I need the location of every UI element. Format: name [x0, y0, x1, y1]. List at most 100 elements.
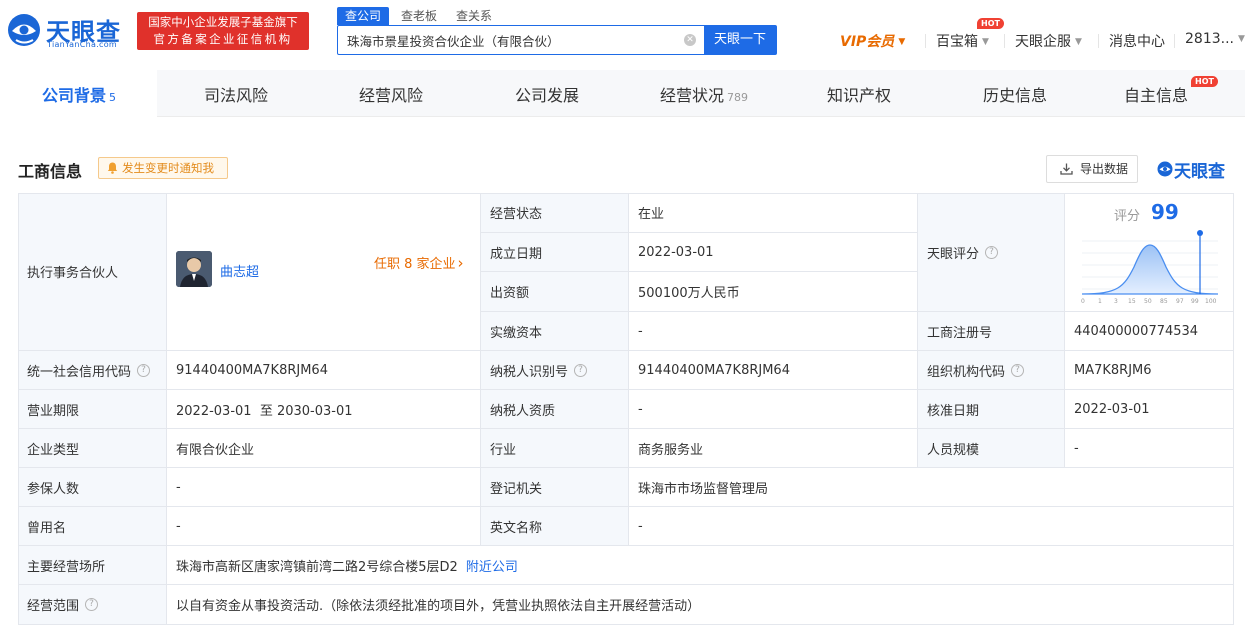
score-tick: 100 [1205, 298, 1217, 305]
account-label: 2813... [1185, 31, 1234, 47]
term-value: 2022-03-01 至 2030-03-01 [176, 403, 353, 419]
tianyancha-logo[interactable]: 天眼查 TianYanCha.com [6, 10, 130, 52]
label-text: 曾用名 [27, 520, 67, 536]
tab-history[interactable]: 历史信息 [983, 82, 1047, 105]
tab-label: 经营风险 [359, 86, 424, 105]
tab-label: 知识产权 [827, 86, 892, 105]
score-tick: 50 [1144, 298, 1152, 305]
founded-value-cell: 2022-03-01 [629, 233, 918, 272]
label-text: 参保人数 [27, 481, 80, 497]
help-icon[interactable]: ? [1011, 363, 1025, 377]
logo-eye-icon [8, 14, 40, 46]
qifu-menu[interactable]: 天眼企服 ▼ [1015, 31, 1082, 51]
score-tick: 85 [1160, 298, 1168, 305]
nav-divider [1174, 34, 1175, 48]
help-icon[interactable]: ? [985, 245, 999, 259]
label-text: 经营状态 [490, 207, 543, 222]
help-icon[interactable]: ? [137, 363, 151, 377]
export-data-button[interactable]: 导出数据 [1046, 155, 1138, 183]
label-text: 营业期限 [27, 403, 80, 419]
authority-value-cell: 珠海市市场监督管理局 [629, 468, 1234, 507]
credit-value: 91440400MA7K8RJM64 [176, 362, 328, 378]
partner-avatar[interactable] [176, 251, 212, 287]
label-text: 登记机关 [490, 481, 543, 497]
industry-label-cell: 行业 [481, 429, 629, 468]
label-text: 纳税人资质 [490, 403, 556, 419]
partner-name-link[interactable]: 曲志超 [220, 261, 259, 280]
paid-label-cell: 实缴资本 [481, 312, 629, 351]
search-tab-boss[interactable]: 查老板 [401, 7, 437, 25]
search-tab-relation[interactable]: 查关系 [456, 7, 492, 25]
message-center-link[interactable]: 消息中心 [1109, 31, 1165, 51]
help-icon[interactable]: ? [574, 363, 588, 377]
regno-value-cell: 440400000774534 [1065, 312, 1234, 351]
tab-hot-badge: HOT [1191, 76, 1218, 87]
tab-label: 自主信息 [1124, 86, 1189, 105]
download-icon [1060, 163, 1073, 175]
orgcode-value-cell: MA7K8RJM6 [1065, 351, 1234, 390]
qifu-label: 天眼企服 [1015, 34, 1071, 50]
export-label: 导出数据 [1080, 162, 1129, 176]
tab-company-background[interactable]: 公司背景 5 [42, 82, 116, 105]
tab-count: 789 [727, 91, 749, 104]
chevron-down-icon: ▼ [1075, 37, 1082, 47]
former-value: - [176, 518, 181, 534]
hot-badge: HOT [977, 18, 1004, 29]
score-ticks: 0 1 3 15 50 85 97 99 100 [1081, 298, 1217, 305]
label-text: 经营范围 [27, 599, 80, 614]
clear-icon[interactable]: ✕ [684, 34, 696, 46]
notify-label: 发生变更时通知我 [122, 161, 214, 175]
help-icon[interactable]: ? [85, 598, 99, 611]
capital-label-cell: 出资额 [481, 272, 629, 312]
paid-value: - [638, 323, 643, 339]
label-text: 组织机构代码 [927, 364, 1006, 380]
account-menu[interactable]: 2813... ▼ [1185, 31, 1245, 51]
baibaoxiang-label: 百宝箱 [936, 34, 978, 50]
term-label-cell: 营业期限 [18, 390, 167, 429]
message-center-label: 消息中心 [1109, 34, 1165, 50]
nav-divider [925, 34, 926, 48]
baibaoxiang-menu[interactable]: 百宝箱 ▼ [936, 31, 989, 51]
partner-tenure-link[interactable]: 任职 8 家企业 › [374, 253, 464, 272]
regno-label-cell: 工商注册号 [918, 312, 1065, 351]
label-text: 天眼评分 [927, 246, 980, 262]
tab-operating-risk[interactable]: 经营风险 [359, 82, 424, 105]
approve-value: 2022-03-01 [1074, 401, 1150, 417]
banner-line-1: 国家中小企业发展子基金旗下 [148, 15, 298, 29]
section-title: 工商信息 [18, 162, 83, 181]
label-text: 工商注册号 [927, 325, 993, 341]
business-info-table: 执行事务合伙人 经营状态 在业 成立日期 2022-03-01 出资额 5001… [18, 193, 1234, 625]
taxqual-value: - [638, 401, 643, 417]
tab-legal-risk[interactable]: 司法风险 [204, 82, 268, 105]
type-label-cell: 企业类型 [18, 429, 167, 468]
label-text: 英文名称 [490, 520, 543, 536]
label-text: 核准日期 [927, 403, 980, 419]
status-label-cell: 经营状态 [481, 193, 629, 233]
tab-operating-status[interactable]: 经营状况 789 [660, 82, 749, 105]
nearby-companies-link[interactable]: 附近公司 [466, 556, 518, 575]
taxqual-label-cell: 纳税人资质 [481, 390, 629, 429]
approve-value-cell: 2022-03-01 [1065, 390, 1234, 429]
brand-text: 天眼查 [1174, 162, 1225, 182]
vip-member-menu[interactable]: VIP会员 ▼ [840, 31, 905, 51]
term-value-cell: 2022-03-01 至 2030-03-01 [167, 390, 481, 429]
search-input[interactable] [338, 26, 703, 54]
company-tab-bar: 公司背景 5 司法风险 经营风险 公司发展 经营状况 789 知识产权 历史信息 自… [0, 70, 1245, 117]
score-bell-area [1081, 244, 1219, 295]
score-tick: 99 [1191, 298, 1199, 305]
official-banner[interactable]: 国家中小企业发展子基金旗下 官方备案企业征信机构 [137, 12, 309, 50]
approve-label-cell: 核准日期 [918, 390, 1065, 429]
address-value-cell: 珠海市高新区唐家湾镇前湾二路2号综合楼5层D2 附近公司 [167, 546, 1234, 585]
capital-value-cell: 500100万人民币 [629, 272, 918, 312]
address-label-cell: 主要经营场所 [18, 546, 167, 585]
label-text: 人员规模 [927, 442, 980, 458]
notify-on-change-button[interactable]: 发生变更时通知我 [98, 157, 228, 179]
tab-intellectual-property[interactable]: 知识产权 [827, 82, 892, 105]
tab-company-development[interactable]: 公司发展 [515, 82, 579, 105]
bell-icon [107, 162, 118, 174]
tab-self-info[interactable]: 自主信息 [1124, 82, 1189, 105]
insured-label-cell: 参保人数 [18, 468, 167, 507]
insured-value: - [176, 479, 181, 495]
search-button[interactable]: 天眼一下 [704, 26, 776, 54]
search-tab-company[interactable]: 查公司 [337, 7, 390, 25]
